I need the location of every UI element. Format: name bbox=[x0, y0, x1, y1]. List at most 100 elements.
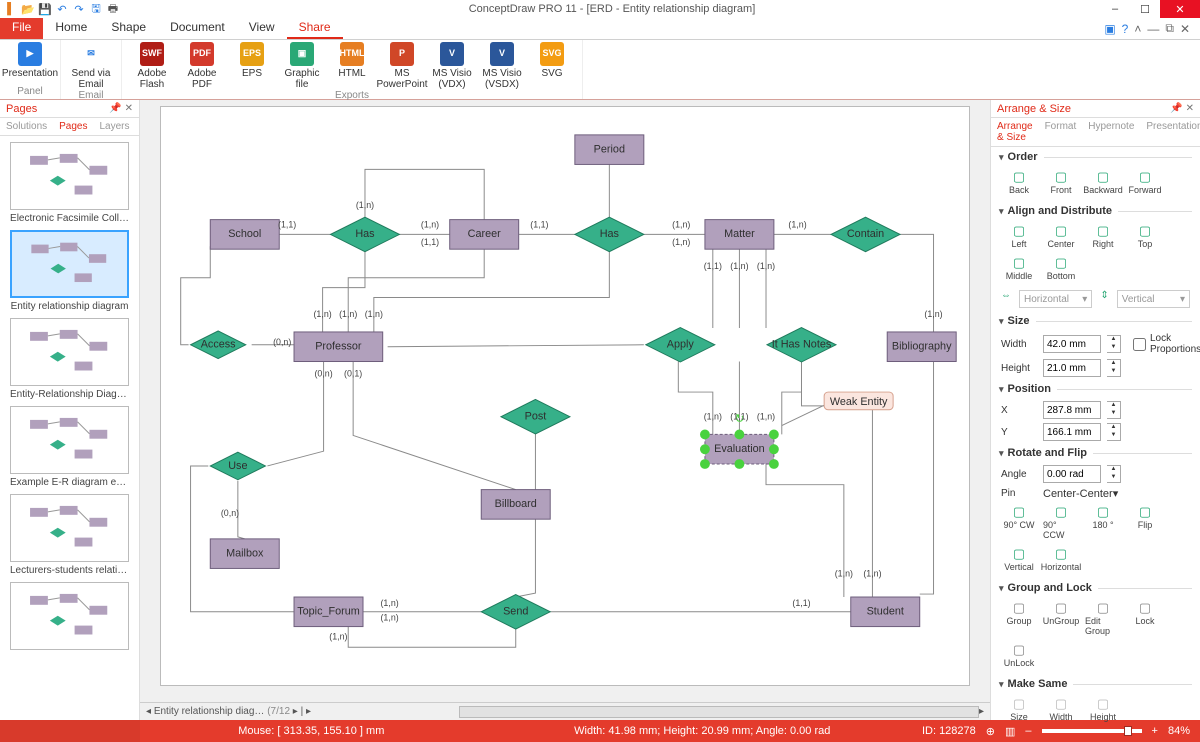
qat-save-icon[interactable]: 💾 bbox=[38, 2, 52, 16]
page-thumb-4[interactable]: Lecturers-students relatio… bbox=[10, 494, 129, 576]
ribbon-collapse-icon[interactable]: ˄ bbox=[1134, 22, 1141, 36]
align-right[interactable]: ▢Right bbox=[1085, 223, 1121, 249]
rotate-90-cw[interactable]: ▢90° CW bbox=[1001, 504, 1037, 540]
canvas-scroll[interactable]: PeriodSchoolCareerMatterBibliographyProf… bbox=[140, 100, 990, 702]
page-thumb-5[interactable] bbox=[10, 582, 129, 653]
selection-handle[interactable] bbox=[734, 430, 744, 440]
zoom-out-icon[interactable]: – bbox=[1025, 725, 1031, 737]
x-spinner[interactable]: ▲▼ bbox=[1107, 401, 1121, 419]
ribbon-info-icon[interactable]: ▣ bbox=[1104, 22, 1115, 36]
selection-handle[interactable] bbox=[769, 430, 779, 440]
pages-tab-solutions[interactable]: Solutions bbox=[0, 118, 53, 135]
order-forward[interactable]: ▢Forward bbox=[1127, 169, 1163, 195]
ribbon-adobe-flash[interactable]: SWFAdobe Flash bbox=[130, 42, 174, 90]
selection-handle[interactable] bbox=[700, 459, 710, 469]
ribbon-restore-icon[interactable]: ⧉ bbox=[1165, 21, 1174, 36]
ribbon-html[interactable]: HTMLHTML bbox=[330, 42, 374, 90]
selection-handle[interactable] bbox=[734, 459, 744, 469]
align-middle[interactable]: ▢Middle bbox=[1001, 255, 1037, 281]
ribbon-help-icon[interactable]: ? bbox=[1122, 22, 1129, 36]
tab-home[interactable]: Home bbox=[43, 18, 99, 39]
qat-open-icon[interactable]: 📂 bbox=[21, 2, 35, 16]
distribute-vertical-select[interactable]: Vertical▾ bbox=[1117, 290, 1190, 308]
rotate-180-[interactable]: ▢180 ° bbox=[1085, 504, 1121, 540]
zoom-in-icon[interactable]: + bbox=[1152, 725, 1158, 737]
scroll-right-icon[interactable]: ▸ bbox=[979, 706, 984, 717]
ribbon-ms-visio-vdx[interactable]: VMS Visio (VDX) bbox=[430, 42, 474, 90]
ribbon-send-email[interactable]: ✉Send via Email bbox=[69, 42, 113, 90]
erd-diagram[interactable]: PeriodSchoolCareerMatterBibliographyProf… bbox=[160, 106, 970, 686]
group-unlock[interactable]: ▢UnLock bbox=[1001, 642, 1037, 668]
section-same[interactable]: Make Same bbox=[991, 674, 1200, 694]
y-input[interactable] bbox=[1043, 423, 1101, 441]
ribbon-svg[interactable]: SVGSVG bbox=[530, 42, 574, 90]
ribbon-graphic-file[interactable]: ▣Graphic file bbox=[280, 42, 324, 90]
height-spinner[interactable]: ▲▼ bbox=[1107, 359, 1121, 377]
rotate-flip[interactable]: ▢Flip bbox=[1127, 504, 1163, 540]
tab-shape[interactable]: Shape bbox=[99, 18, 158, 39]
current-page-tab[interactable]: Entity relationship diag… bbox=[154, 706, 265, 717]
tab-document[interactable]: Document bbox=[158, 18, 237, 39]
pages-panel-pin-icon[interactable]: 📌 ✕ bbox=[109, 103, 133, 114]
rotate-horizontal[interactable]: ▢Horizontal bbox=[1043, 546, 1079, 572]
ribbon-adobe-pdf[interactable]: PDFAdobe PDF bbox=[180, 42, 224, 90]
props-tab-format[interactable]: Format bbox=[1039, 118, 1083, 146]
horizontal-scrollbar[interactable] bbox=[459, 706, 979, 718]
status-target-icon[interactable]: ⊕ bbox=[986, 725, 995, 738]
section-order[interactable]: Order bbox=[991, 147, 1200, 167]
props-pin-icon[interactable]: 📌 ✕ bbox=[1170, 103, 1194, 114]
canvas-page-tabs[interactable]: ◂ Entity relationship diag… (7/12 ▸ | ▸ … bbox=[140, 702, 990, 720]
group-edit-group[interactable]: ▢Edit Group bbox=[1085, 600, 1121, 636]
selection-handle[interactable] bbox=[700, 430, 710, 440]
props-tab-hypernote[interactable]: Hypernote bbox=[1082, 118, 1140, 146]
section-group[interactable]: Group and Lock bbox=[991, 578, 1200, 598]
tab-file[interactable]: File bbox=[0, 18, 43, 39]
page-thumb-0[interactable]: Electronic Facsimile Coll… bbox=[10, 142, 129, 224]
qat-save2-icon[interactable]: 🖫 bbox=[89, 2, 103, 16]
minimize-button[interactable]: – bbox=[1100, 0, 1130, 18]
props-tab-arrange[interactable]: Arrange & Size bbox=[991, 118, 1039, 146]
height-input[interactable] bbox=[1043, 359, 1101, 377]
align-bottom[interactable]: ▢Bottom bbox=[1043, 255, 1079, 281]
tab-share[interactable]: Share bbox=[287, 18, 343, 39]
same-width[interactable]: ▢Width bbox=[1043, 696, 1079, 722]
page-thumbnails[interactable]: Electronic Facsimile Coll…Entity relatio… bbox=[0, 136, 139, 720]
qat-undo-icon[interactable]: ↶ bbox=[55, 2, 69, 16]
section-size[interactable]: Size bbox=[991, 311, 1200, 331]
props-tab-presentation[interactable]: Presentation bbox=[1140, 118, 1200, 146]
x-input[interactable] bbox=[1043, 401, 1101, 419]
qat-redo-icon[interactable]: ↷ bbox=[72, 2, 86, 16]
ribbon-window-icon[interactable]: — bbox=[1147, 22, 1159, 36]
qat-print-icon[interactable]: 🖶 bbox=[106, 2, 120, 16]
lock-proportions[interactable]: Lock Proportions bbox=[1133, 333, 1169, 355]
ribbon-ms-powerpoint[interactable]: PMS PowerPoint bbox=[380, 42, 424, 90]
tab-view[interactable]: View bbox=[237, 18, 287, 39]
selection-handle[interactable] bbox=[700, 444, 710, 454]
section-position[interactable]: Position bbox=[991, 379, 1200, 399]
y-spinner[interactable]: ▲▼ bbox=[1107, 423, 1121, 441]
section-align[interactable]: Align and Distribute bbox=[991, 201, 1200, 221]
selection-handle[interactable] bbox=[769, 459, 779, 469]
page-thumb-2[interactable]: Entity-Relationship Diagr… bbox=[10, 318, 129, 400]
order-front[interactable]: ▢Front bbox=[1043, 169, 1079, 195]
status-fit-icon[interactable]: ▥ bbox=[1005, 725, 1015, 738]
pages-tab-pages[interactable]: Pages bbox=[53, 118, 93, 135]
tab-nav-forward-icon[interactable]: ▸ | ▸ bbox=[290, 706, 311, 717]
distribute-vertical-icon[interactable]: ⇕ bbox=[1100, 290, 1108, 308]
ribbon-presentation[interactable]: ▶Presentation bbox=[8, 42, 52, 79]
order-back[interactable]: ▢Back bbox=[1001, 169, 1037, 195]
ribbon-close-icon[interactable]: ✕ bbox=[1180, 22, 1190, 36]
group-lock[interactable]: ▢Lock bbox=[1127, 600, 1163, 636]
order-backward[interactable]: ▢Backward bbox=[1085, 169, 1121, 195]
page-thumb-3[interactable]: Example E-R diagram ext… bbox=[10, 406, 129, 488]
page-thumb-1[interactable]: Entity relationship diagram bbox=[10, 230, 129, 312]
selection-handle[interactable] bbox=[769, 444, 779, 454]
angle-spinner[interactable]: ▲▼ bbox=[1107, 465, 1121, 483]
distribute-horizontal-icon[interactable]: ⇔ bbox=[1001, 290, 1011, 308]
section-rotate[interactable]: Rotate and Flip bbox=[991, 443, 1200, 463]
distribute-horizontal-select[interactable]: Horizontal▾ bbox=[1019, 290, 1092, 308]
align-top[interactable]: ▢Top bbox=[1127, 223, 1163, 249]
pin-select[interactable]: Center-Center▾ bbox=[1043, 487, 1190, 500]
same-height[interactable]: ▢Height bbox=[1085, 696, 1121, 722]
ribbon-eps[interactable]: EPSEPS bbox=[230, 42, 274, 90]
